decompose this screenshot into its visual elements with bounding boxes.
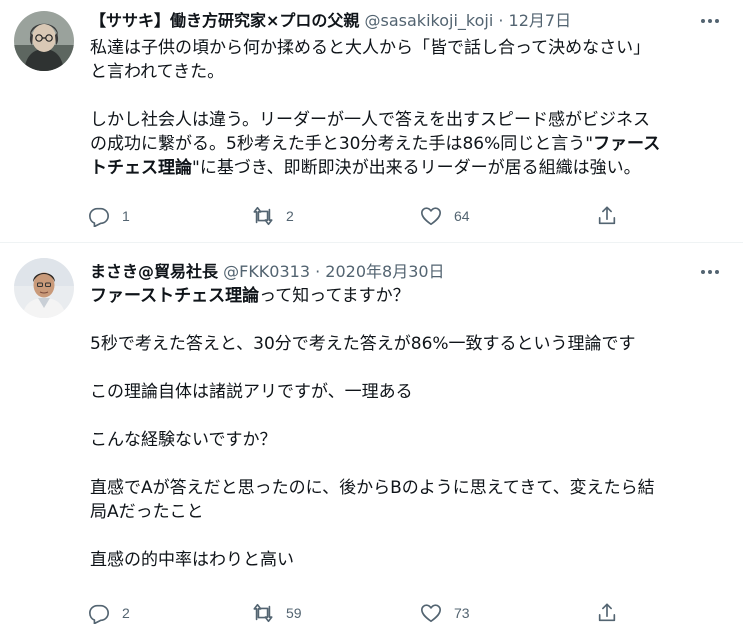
text-line: 局Aだったこと — [90, 502, 204, 522]
text-line: この理論自体は諸説アリですが、一理ある — [90, 382, 413, 402]
tweet-2[interactable]: まさき@貿易社長 @FKK0313 · 2020年8月30日 ファーストチェス理… — [0, 243, 743, 637]
retweet-count: 2 — [286, 208, 294, 224]
reply-count: 2 — [122, 605, 130, 621]
tweet-date[interactable]: 12月7日 — [509, 11, 572, 30]
text-line: と言われてきた。 — [90, 62, 225, 82]
tweet-text: ファーストチェス理論って知ってますか？ 5秒で考えた答えと、30分で考えた答えが… — [90, 284, 726, 572]
author-handle[interactable]: @sasakikoji_koji — [365, 11, 494, 30]
share-icon — [598, 603, 616, 622]
retweet-icon — [253, 603, 273, 623]
text-line: 5秒で考えた答えと、30分で考えた答えが86%一致するという理論です — [90, 334, 636, 354]
text-line: トチェス理論"に基づき、即断即決が出来るリーダーが居る組織は強い。 — [90, 156, 726, 180]
text-line: 直感の的中率はわりと高い — [90, 550, 294, 570]
avatar-masaki[interactable] — [14, 258, 74, 318]
text-segment: の成功に繋がる。5秒考えた手と30分考えた手は86%同じと言う" — [90, 134, 594, 154]
bold-phrase: ファース — [593, 134, 661, 154]
like-count: 73 — [454, 605, 470, 621]
text-line: の成功に繋がる。5秒考えた手と30分考えた手は86%同じと言う"ファース — [90, 132, 726, 156]
reply-icon — [89, 207, 109, 227]
separator: · — [498, 11, 504, 30]
separator: · — [315, 262, 321, 281]
like-button[interactable]: 64 — [420, 200, 470, 232]
share-icon — [598, 206, 616, 225]
share-button[interactable] — [596, 200, 618, 232]
tweet-date[interactable]: 2020年8月30日 — [325, 262, 444, 281]
author-handle[interactable]: @FKK0313 — [223, 262, 310, 281]
retweet-button[interactable]: 2 — [252, 200, 294, 232]
tweet-1[interactable]: 【ササキ】働き方研究家×プロの父親 @sasakikoji_koji · 12月… — [0, 0, 743, 243]
reply-count: 1 — [122, 208, 130, 224]
retweet-icon — [253, 206, 273, 226]
tweet-actions: 1 2 64 — [80, 200, 743, 232]
reply-button[interactable]: 1 — [88, 200, 130, 232]
avatar-sasaki[interactable] — [14, 11, 74, 71]
retweet-button[interactable]: 59 — [252, 597, 302, 629]
like-button[interactable]: 73 — [420, 597, 470, 629]
text-line: 直感でAが答えだと思ったのに、後からBのように思えてきて、変えたら結 — [90, 478, 655, 498]
bold-phrase: ファーストチェス理論 — [90, 286, 260, 306]
text-segment: "に基づき、即断即決が出来るリーダーが居る組織は強い。 — [192, 158, 641, 178]
retweet-count: 59 — [286, 605, 302, 621]
tweet-text: 私達は子供の頃から何か揉めると大人から「皆で話し合って決めなさい」 と言われてき… — [90, 36, 726, 180]
reply-icon — [89, 604, 109, 624]
tweet-actions: 2 59 73 — [80, 597, 743, 629]
text-segment: って知ってますか？ — [259, 286, 410, 306]
share-button[interactable] — [596, 597, 618, 629]
reply-button[interactable]: 2 — [88, 597, 130, 629]
text-line: ファーストチェス理論って知ってますか？ — [90, 284, 726, 308]
text-line: 私達は子供の頃から何か揉めると大人から「皆で話し合って決めなさい」 — [90, 38, 651, 58]
text-line: こんな経験ないですか？ — [90, 430, 277, 450]
heart-icon — [421, 207, 441, 226]
more-horizontal-icon[interactable] — [699, 261, 721, 283]
bold-phrase: トチェス理論 — [90, 158, 192, 178]
heart-icon — [421, 604, 441, 623]
tweet-header: まさき@貿易社長 @FKK0313 · 2020年8月30日 — [90, 260, 695, 284]
more-horizontal-icon[interactable] — [699, 10, 721, 32]
tweet-header: 【ササキ】働き方研究家×プロの父親 @sasakikoji_koji · 12月… — [90, 9, 695, 33]
author-name[interactable]: まさき@貿易社長 — [90, 262, 218, 281]
like-count: 64 — [454, 208, 470, 224]
author-name[interactable]: 【ササキ】働き方研究家×プロの父親 — [90, 11, 359, 30]
text-line: しかし社会人は違う。リーダーが一人で答えを出すスピード感がビジネス — [90, 110, 650, 130]
